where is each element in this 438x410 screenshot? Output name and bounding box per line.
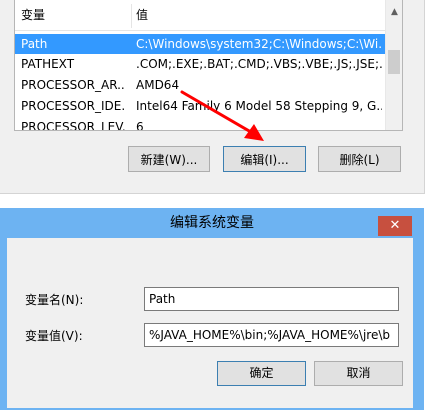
system-variables-list[interactable]: 变量 值 Path C:\Windows\system32;C:\Windows…	[14, 0, 403, 131]
delete-button[interactable]: 删除(L)	[318, 146, 401, 172]
list-item[interactable]: PROCESSOR_LEV... 6	[15, 117, 385, 131]
variable-value-label: 变量值(V):	[25, 329, 83, 343]
ok-button[interactable]: 确定	[217, 361, 306, 386]
list-item[interactable]: PROCESSOR_IDE... Intel64 Family 6 Model …	[15, 96, 385, 116]
edit-button[interactable]: 编辑(I)...	[223, 146, 306, 172]
variable-value: AMD64	[136, 78, 180, 92]
environment-variables-panel: 变量 值 Path C:\Windows\system32;C:\Windows…	[0, 0, 425, 194]
scroll-up-icon[interactable]: ▲	[386, 4, 402, 21]
scroll-thumb[interactable]	[388, 50, 400, 74]
variable-value: .COM;.EXE;.BAT;.CMD;.VBS;.VBE;.JS;.JSE;.…	[136, 57, 382, 71]
variable-name: PROCESSOR_LEV...	[21, 120, 125, 131]
dialog-body: 变量名(N): Path 变量值(V): %JAVA_HOME%\bin;%JA…	[7, 238, 413, 408]
variable-name: PATHEXT	[21, 57, 75, 71]
new-button[interactable]: 新建(W)...	[128, 146, 210, 172]
list-item[interactable]: PROCESSOR_AR... AMD64	[15, 75, 385, 95]
variable-name: PROCESSOR_IDE...	[21, 99, 125, 113]
variable-value-input[interactable]: %JAVA_HOME%\bin;%JAVA_HOME%\jre\b	[144, 323, 399, 347]
variable-name-input[interactable]: Path	[144, 287, 399, 311]
column-separator[interactable]	[131, 4, 132, 28]
column-header-value[interactable]: 值	[136, 0, 148, 30]
variable-value: Intel64 Family 6 Model 58 Stepping 9, G.…	[136, 99, 382, 113]
variable-name: Path	[21, 37, 48, 51]
variable-value: 6	[136, 120, 144, 131]
variable-name: PROCESSOR_AR...	[21, 78, 125, 92]
dialog-titlebar[interactable]: 编辑系统变量 ✕	[0, 208, 424, 238]
vertical-scrollbar[interactable]: ▲	[385, 0, 402, 130]
dialog-title: 编辑系统变量	[170, 215, 254, 231]
column-header-variable[interactable]: 变量	[21, 0, 45, 30]
edit-system-variable-dialog: 编辑系统变量 ✕ 变量名(N): Path 变量值(V): %JAVA_HOME…	[0, 208, 424, 410]
list-item[interactable]: PATHEXT .COM;.EXE;.BAT;.CMD;.VBS;.VBE;.J…	[15, 54, 385, 74]
list-header: 变量 值	[15, 0, 385, 31]
close-icon[interactable]: ✕	[378, 216, 412, 236]
cancel-button[interactable]: 取消	[314, 361, 403, 386]
variable-name-label: 变量名(N):	[25, 293, 84, 307]
variable-value: C:\Windows\system32;C:\Windows;C:\Wi...	[136, 37, 382, 51]
list-item[interactable]: Path C:\Windows\system32;C:\Windows;C:\W…	[15, 34, 385, 54]
